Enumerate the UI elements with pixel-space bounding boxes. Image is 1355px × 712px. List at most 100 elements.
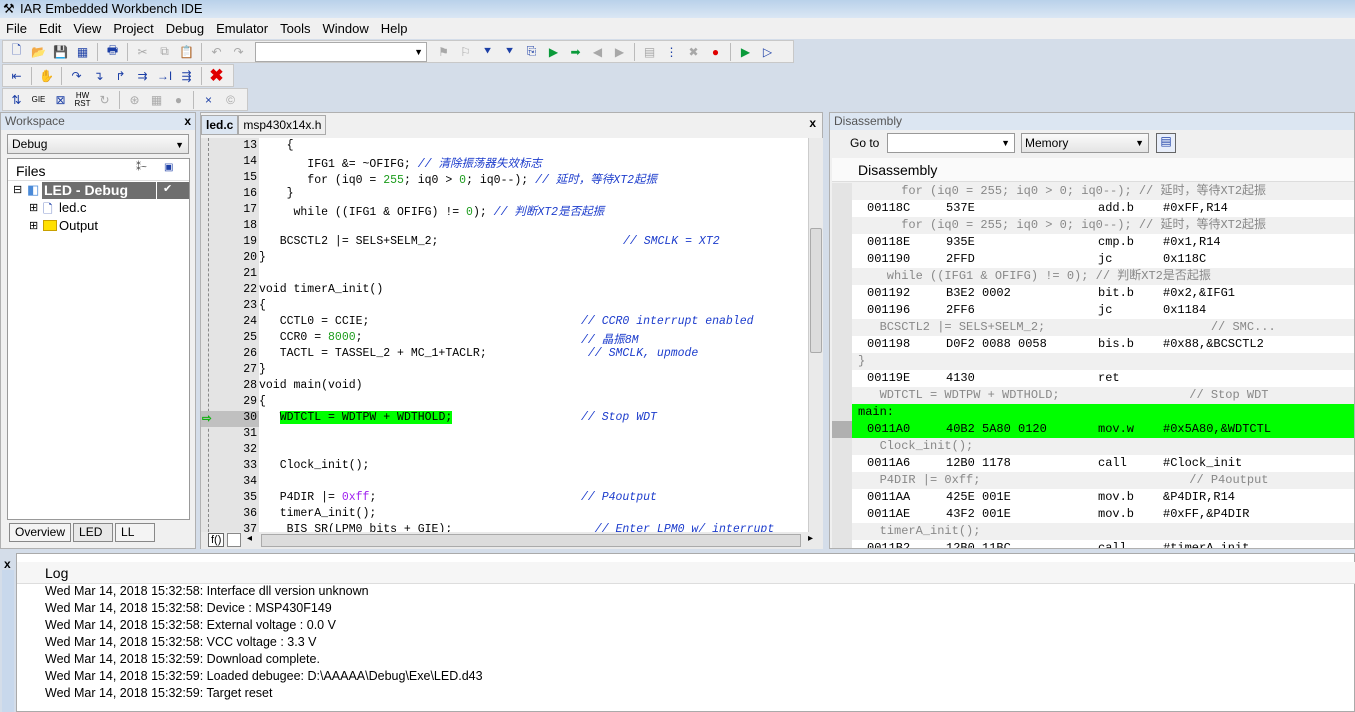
disassembly-row[interactable]: main: xyxy=(852,404,1354,421)
disassembly-source-line[interactable]: BCSCTL2 |= SELS+SELM_2; // SMC... xyxy=(852,319,1354,336)
disassembly-row[interactable]: 001198 D0F2 0088 0058 bis.b #0x88,&BCSCTL2 xyxy=(852,336,1354,353)
close-icon[interactable]: x xyxy=(4,557,11,571)
menu-emulator[interactable]: Emulator xyxy=(216,21,274,36)
emulator-step-icon[interactable]: ⇅ xyxy=(7,90,26,109)
function-navigator-button[interactable]: f() xyxy=(208,533,225,547)
code-line[interactable]: 25 CCR0 = 8000; // 晶振8M xyxy=(201,331,808,347)
tab-ll[interactable]: LL xyxy=(115,523,156,542)
stop-build-icon[interactable]: ✖ xyxy=(684,42,703,61)
code-line[interactable]: 36 timerA_init(); xyxy=(201,507,808,523)
step-into-icon[interactable]: ↴ xyxy=(89,66,108,85)
navigate-forward-icon[interactable]: ➡ xyxy=(566,42,585,61)
cut-icon[interactable]: ✂ xyxy=(133,42,152,61)
new-file-icon[interactable]: 🗋 xyxy=(7,42,26,61)
menu-window[interactable]: Window xyxy=(322,21,374,36)
disassembly-row[interactable]: 00118C 537E add.b #0xFF,R14 xyxy=(852,200,1354,217)
step-out-icon[interactable]: ↱ xyxy=(111,66,130,85)
code-line[interactable]: 21 xyxy=(201,267,808,283)
code-line[interactable]: ⇨ 30 WDTCTL = WDTPW + WDTHOLD; // Stop WDT xyxy=(201,411,808,427)
code-line[interactable]: 13 { xyxy=(201,139,808,155)
save-all-icon[interactable]: ▦ xyxy=(73,42,92,61)
files-column-header[interactable]: Files xyxy=(16,163,46,179)
go-back-icon[interactable]: ◀ xyxy=(588,42,607,61)
toggle-button[interactable] xyxy=(227,533,241,547)
expand-icon[interactable]: ⊞ xyxy=(29,201,38,214)
code-line[interactable]: 33 Clock_init(); xyxy=(201,459,808,475)
disassembly-row[interactable]: 001192 B3E2 0002 bit.b #0x2,&IFG1 xyxy=(852,285,1354,302)
disassembly-source-line[interactable]: P4DIR |= 0xff; // P4output xyxy=(852,472,1354,489)
editor-horizontal-scrollbar[interactable] xyxy=(261,534,801,547)
disassembly-row[interactable]: 001196 2FF6 jc 0x1184 xyxy=(852,302,1354,319)
code-line[interactable]: 28 void main(void) xyxy=(201,379,808,395)
tree-item-project[interactable]: ⊟ ◧ LED - Debug ✔ xyxy=(9,182,189,199)
disassembly-source-line[interactable]: timerA_init(); xyxy=(852,523,1354,540)
memory-icon[interactable]: ▦ xyxy=(147,90,166,109)
disassembly-row[interactable]: 00119E 4130 ret xyxy=(852,370,1354,387)
tree-item-output[interactable]: ⊞ Output xyxy=(9,218,189,235)
redo-icon[interactable]: ↷ xyxy=(229,42,248,61)
menu-debug[interactable]: Debug xyxy=(166,21,210,36)
disassembly-row[interactable]: 0011AA 425E 001E mov.b &P4DIR,R14 xyxy=(852,489,1354,506)
disassembly-row[interactable]: 0011A0 40B2 5A80 0120 mov.w #0x5A80,&WDTCTL xyxy=(832,421,1354,438)
download-debug-icon[interactable]: ▶ xyxy=(736,42,755,61)
break-icon[interactable]: ✋ xyxy=(37,66,56,85)
disassembly-row[interactable]: 0011AE 43F2 001E mov.b #0xFF,&P4DIR xyxy=(852,506,1354,523)
save-icon[interactable]: 💾 xyxy=(51,42,70,61)
menu-file[interactable]: File xyxy=(6,21,33,36)
go-icon[interactable]: ⇶ xyxy=(177,66,196,85)
menu-view[interactable]: View xyxy=(73,21,107,36)
code-line[interactable]: 16 } xyxy=(201,187,808,203)
code-line[interactable]: 17 while ((IFG1 & OFIFG) != 0); // 判断XT2… xyxy=(201,203,808,219)
disassembly-source-line[interactable]: WDTCTL = WDTPW + WDTHOLD; // Stop WDT xyxy=(852,387,1354,404)
code-line[interactable]: 37 _BIS_SR(LPM0_bits + GIE); // Enter LP… xyxy=(201,523,808,532)
code-line[interactable]: 19 BCSCTL2 |= SELS+SELM_2; // SMCLK = XT2 xyxy=(201,235,808,251)
tab-overview[interactable]: Overview xyxy=(9,523,72,542)
clear-icon[interactable]: × xyxy=(199,90,218,109)
menu-edit[interactable]: Edit xyxy=(39,21,67,36)
find-in-files-icon[interactable]: ⎘ xyxy=(522,42,541,61)
code-line[interactable]: 18 xyxy=(201,219,808,235)
code-line[interactable]: 29{ xyxy=(201,395,808,411)
cc-icon[interactable]: © xyxy=(221,90,240,109)
hw-reset-icon[interactable]: HW RST xyxy=(73,90,92,109)
disassembly-row[interactable]: 0011A6 12B0 1178 call #Clock_init xyxy=(852,455,1354,472)
scroll-left-icon[interactable]: ◂ xyxy=(247,533,252,544)
code-line[interactable]: 15 for (iq0 = 255; iq0 > 0; iq0--); // 延… xyxy=(201,171,808,187)
next-statement-icon[interactable]: ⇉ xyxy=(133,66,152,85)
tab-led-c[interactable]: led.c xyxy=(201,115,239,135)
step-over-icon[interactable]: ↷ xyxy=(67,66,86,85)
disassembly-row[interactable]: 0011B2 12B0 11BC call #timerA_init xyxy=(852,540,1354,548)
breakpoint-icon[interactable]: ● xyxy=(706,42,725,61)
code-line[interactable]: 34 xyxy=(201,475,808,491)
make-icon[interactable]: ⋮ xyxy=(662,42,681,61)
disassembly-source-line[interactable]: while ((IFG1 & OFIFG) != 0); // 判断XT2是否起… xyxy=(852,268,1354,285)
menu-tools[interactable]: Tools xyxy=(280,21,316,36)
code-line[interactable]: 14 IFG1 &= ~OFIFG; // 清除振荡器失效标志 xyxy=(201,155,808,171)
code-line[interactable]: 27} xyxy=(201,363,808,379)
disassembly-list[interactable]: for (iq0 = 255; iq0 > 0; iq0--); // 延时，等… xyxy=(832,183,1354,548)
code-line[interactable]: 32 xyxy=(201,443,808,459)
tree-item-led-c[interactable]: ⊞ 🗋 led.c xyxy=(9,200,189,217)
scroll-right-icon[interactable]: ▸ xyxy=(808,533,813,544)
disassembly-row[interactable]: 001190 2FFD jc 0x118C xyxy=(852,251,1354,268)
debug-without-download-icon[interactable]: ▷ xyxy=(758,42,777,61)
go-forward-icon[interactable]: ▶ xyxy=(610,42,629,61)
make-column-icon[interactable]: ▣ xyxy=(164,162,173,173)
run-to-cursor-icon[interactable]: →I xyxy=(155,66,174,85)
menu-help[interactable]: Help xyxy=(381,21,414,36)
paste-icon[interactable]: 📋 xyxy=(177,42,196,61)
compile-icon[interactable]: ▤ xyxy=(640,42,659,61)
disassembly-row[interactable]: 00118E 935E cmp.b #0x1,R14 xyxy=(852,234,1354,251)
editor-vertical-scrollbar[interactable] xyxy=(808,138,823,532)
code-line[interactable]: 24 CCTL0 = CCIE; // CCR0 interrupt enable… xyxy=(201,315,808,331)
disassembly-source-line[interactable]: for (iq0 = 255; iq0 > 0; iq0--); // 延时，等… xyxy=(852,183,1354,200)
toolbar-combo[interactable]: ▼ xyxy=(255,41,427,62)
print-icon[interactable]: 🖶 xyxy=(103,42,122,61)
code-line[interactable]: 31 xyxy=(201,427,808,443)
trace-icon[interactable]: ⊛ xyxy=(125,90,144,109)
cycle-icon[interactable]: ↻ xyxy=(95,90,114,109)
copy-icon[interactable]: ⧉ xyxy=(155,42,174,61)
code-line[interactable]: 22 void timerA_init() xyxy=(201,283,808,299)
close-icon[interactable]: x xyxy=(809,116,816,130)
stop-debug-icon[interactable]: ✖ xyxy=(207,66,226,85)
